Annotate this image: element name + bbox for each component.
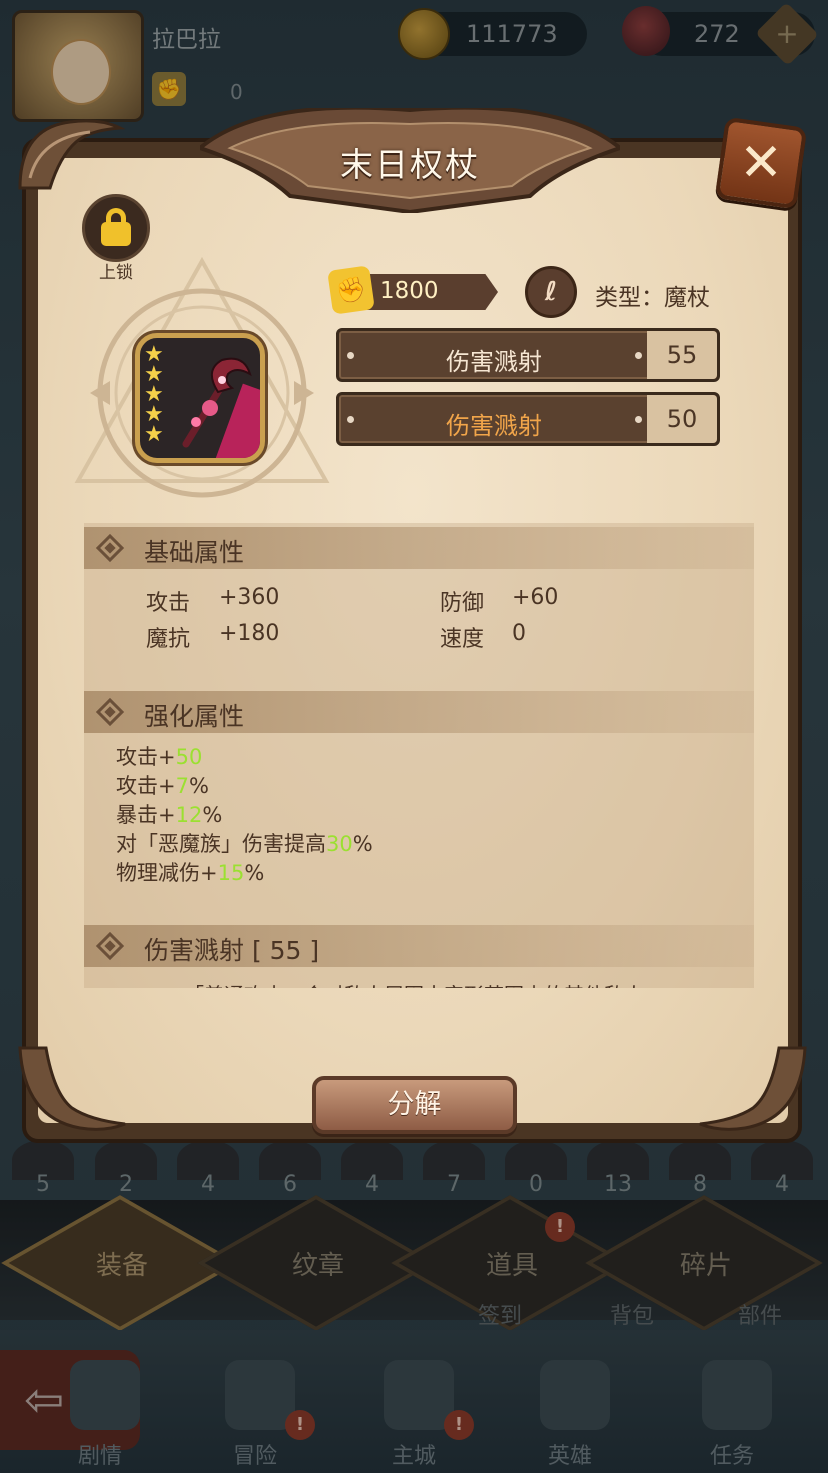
item-icon-frame[interactable]: ★ ★ ★ ★ ★ (135, 333, 265, 463)
enhance-attr: 暴击+12% (116, 803, 223, 827)
decompose-button[interactable]: 分解 (312, 1076, 517, 1134)
item-detail-modal: 末日权杖 ✕ 上锁 ★ ★ ★ ★ ★ ✊ 1800 ℓ 类型：魔杖 伤害溅射 … (10, 108, 810, 1153)
skill-name: 伤害溅射 (446, 348, 542, 376)
attr-value: +180 (219, 621, 280, 646)
skill-row[interactable]: 伤害溅射 55 (336, 328, 720, 382)
diamond-icon (95, 931, 125, 961)
close-button[interactable]: ✕ (714, 116, 808, 210)
skill-detail-header: 伤害溅射 [ 55 ] (84, 925, 754, 967)
fist-icon: ✊ (327, 265, 375, 315)
attr-value: +360 (219, 585, 280, 610)
skill-level: 55 (647, 331, 717, 379)
diamond-icon (95, 533, 125, 563)
attribute-panel[interactable]: 基础属性 攻击 +360 防御 +60 魔抗 +180 速度 0 强化属性 攻击… (84, 523, 754, 988)
enhance-attr: 物理减伤+15% (116, 861, 265, 885)
base-attr-header: 基础属性 (84, 527, 754, 569)
diamond-icon (95, 697, 125, 727)
lock-button[interactable] (82, 194, 150, 262)
corner-ornament (18, 1046, 126, 1131)
attr-label: 速度 (440, 627, 485, 652)
type-label: 类型：魔杖 (595, 285, 710, 311)
close-icon: ✕ (739, 133, 783, 193)
staff-type-icon: ℓ (525, 266, 577, 318)
corner-ornament (699, 1046, 807, 1131)
attr-label: 攻击 (146, 591, 191, 616)
skill-name: 伤害溅射 (446, 412, 542, 440)
enhance-attr: 攻击+7% (116, 774, 209, 798)
decompose-label: 分解 (387, 1089, 442, 1120)
skill-description: 「普通攻击」会对敌人周围十字形范围内的其他敌人 (184, 979, 644, 988)
enhance-attr: 攻击+50 (116, 745, 203, 769)
item-title: 末日权杖 (340, 145, 480, 184)
enhance-attr-header: 强化属性 (84, 691, 754, 733)
attr-value: +60 (512, 585, 559, 610)
star-icon: ★ (144, 422, 164, 447)
skill-level: 50 (647, 395, 717, 443)
attr-label: 魔抗 (146, 627, 191, 652)
enhance-attr: 对「恶魔族」伤害提高30% (116, 832, 373, 856)
skill-row[interactable]: 伤害溅射 50 (336, 392, 720, 446)
staff-icon (182, 357, 252, 448)
attr-label: 防御 (440, 591, 485, 616)
attr-value: 0 (512, 621, 526, 646)
power-value: 1800 (380, 278, 439, 304)
